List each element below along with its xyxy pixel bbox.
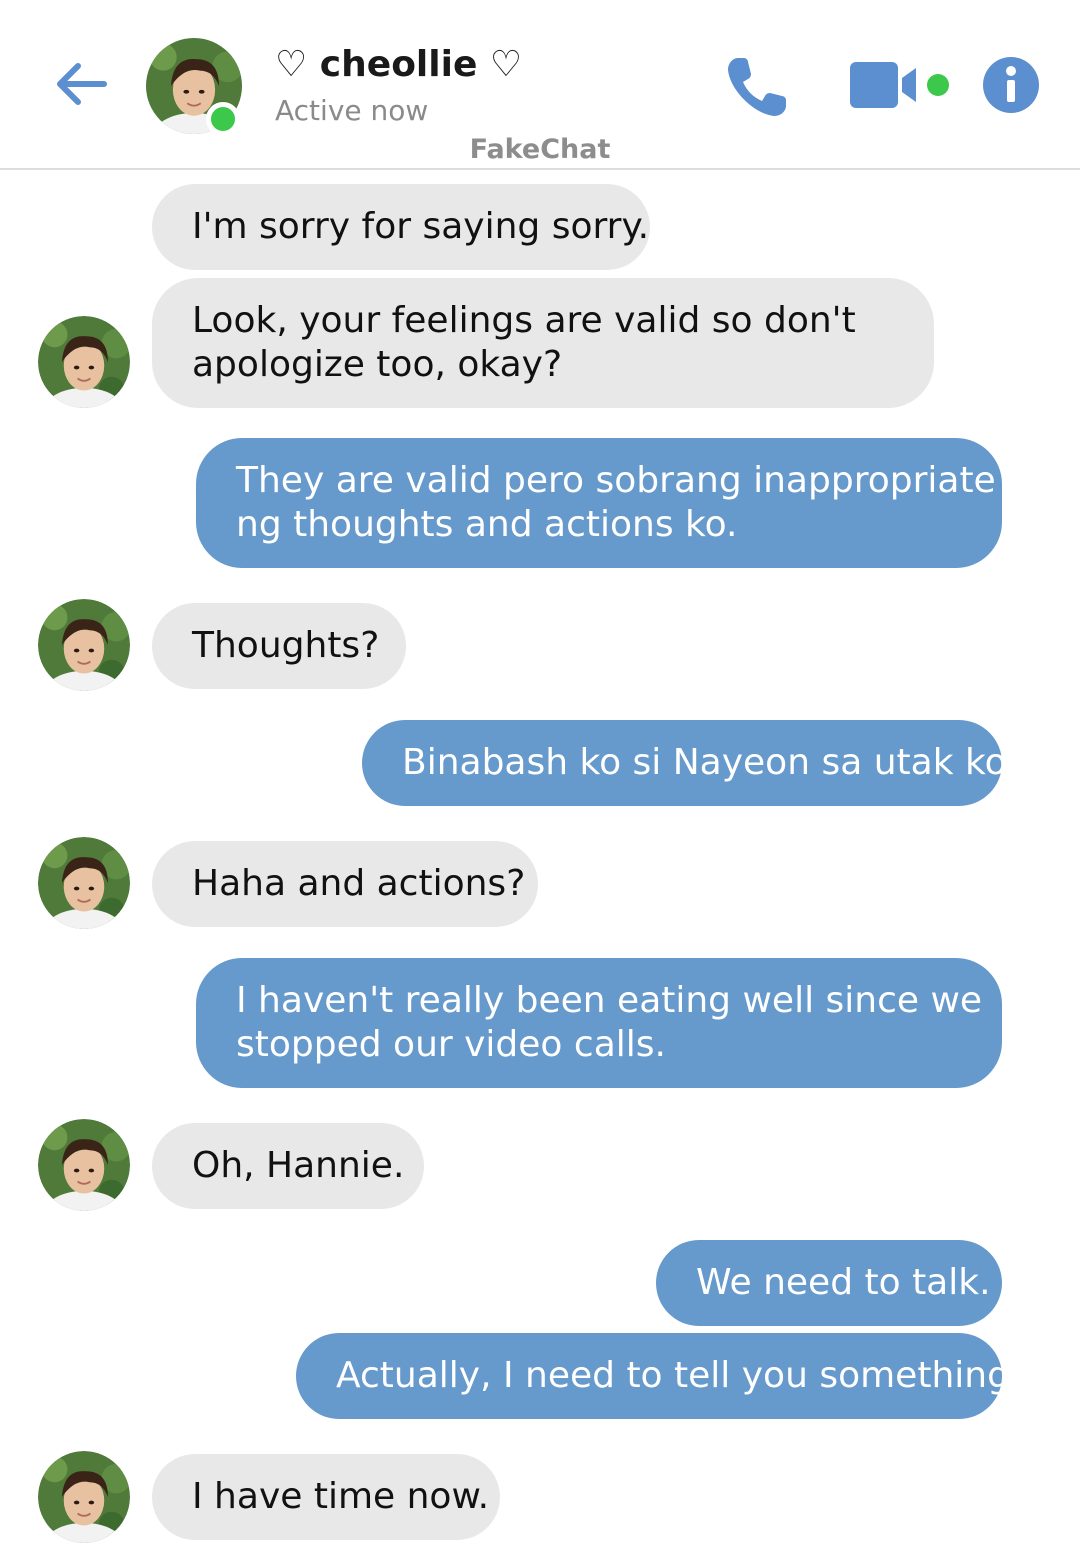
message-text: I haven't really been eating well since … <box>236 980 983 1021</box>
message-text: Thoughts? <box>192 625 380 666</box>
contact-avatar[interactable] <box>38 599 130 691</box>
message-bubble-outgoing[interactable]: We need to talk. <box>656 1240 1002 1326</box>
message-text: They are valid pero sobrang inappropriat… <box>236 460 996 501</box>
contact-avatar[interactable] <box>38 1451 130 1543</box>
online-status-dot <box>206 102 240 136</box>
message-text: Binabash ko si Nayeon sa utak ko. <box>402 742 1018 783</box>
contact-avatar[interactable] <box>38 837 130 929</box>
message-bubble-incoming[interactable]: Thoughts? <box>152 603 406 689</box>
message-text: Look, your feelings are valid so don't <box>192 300 856 341</box>
watermark: FakeChat <box>469 134 611 165</box>
message-bubble-outgoing[interactable]: I haven't really been eating well since … <box>196 958 1002 1088</box>
message-bubble-outgoing[interactable]: Binabash ko si Nayeon sa utak ko. <box>362 720 1017 806</box>
message-bubble-incoming[interactable]: Look, your feelings are valid so don't a… <box>152 278 934 408</box>
phone-icon[interactable] <box>724 52 792 120</box>
message-text: Oh, Hannie. <box>192 1145 405 1186</box>
message-text: Actually, I need to tell you something. <box>336 1355 1022 1396</box>
video-camera-icon[interactable] <box>848 58 952 114</box>
chat-header: ♡ cheollie ♡ Active now FakeChat <box>0 0 1080 170</box>
message-text: stopped our video calls. <box>236 1024 666 1065</box>
message-text: ng thoughts and actions ko. <box>236 504 738 545</box>
message-text: apologize too, okay? <box>192 344 563 385</box>
message-bubble-outgoing[interactable]: They are valid pero sobrang inappropriat… <box>196 438 1002 568</box>
active-status: Active now <box>275 94 429 127</box>
message-bubble-incoming[interactable]: I have time now. <box>152 1454 500 1540</box>
info-icon[interactable] <box>982 56 1040 114</box>
message-bubble-incoming[interactable]: I'm sorry for saying sorry. <box>152 184 650 270</box>
back-arrow-icon[interactable] <box>50 52 114 116</box>
contact-avatar[interactable] <box>38 1119 130 1211</box>
message-text: I'm sorry for saying sorry. <box>192 206 650 247</box>
message-text: Haha and actions? <box>192 863 526 904</box>
message-text: I have time now. <box>192 1476 490 1517</box>
message-bubble-incoming[interactable]: Oh, Hannie. <box>152 1123 424 1209</box>
message-text: We need to talk. <box>696 1262 991 1303</box>
contact-name[interactable]: ♡ cheollie ♡ <box>275 44 522 85</box>
message-bubble-outgoing[interactable]: Actually, I need to tell you something. <box>296 1333 1021 1419</box>
message-bubble-incoming[interactable]: Haha and actions? <box>152 841 538 927</box>
contact-avatar[interactable] <box>38 316 130 408</box>
